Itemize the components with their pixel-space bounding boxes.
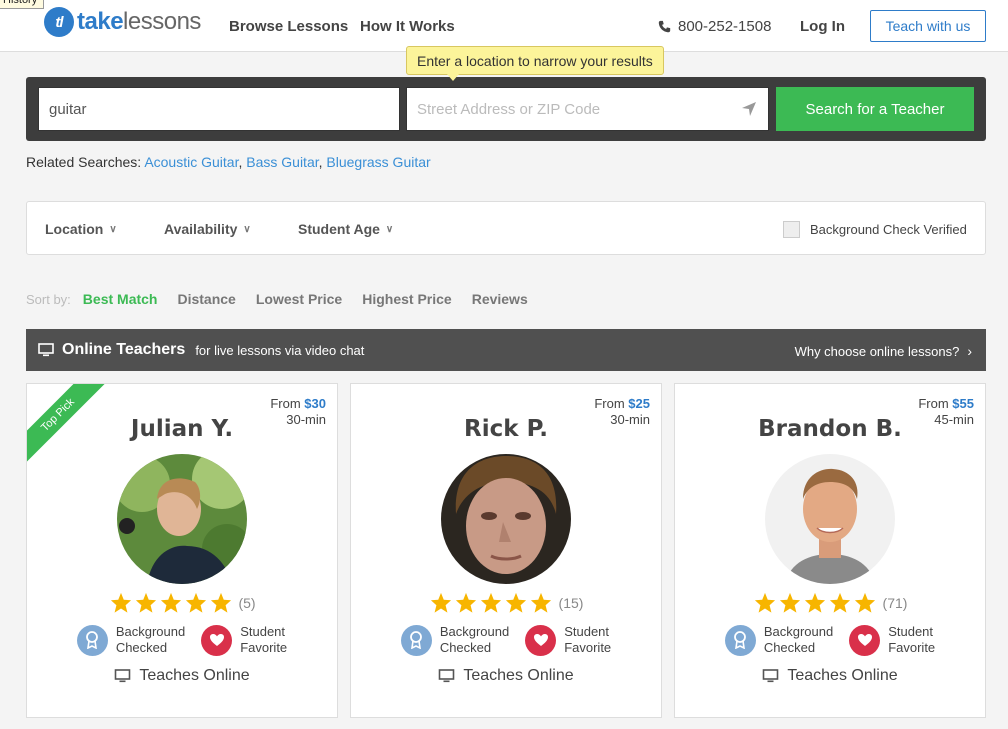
search-teacher-button[interactable]: Search for a Teacher <box>776 87 974 131</box>
badges: Background Checked Student Favorite <box>27 624 337 656</box>
history-tooltip: History <box>0 0 45 9</box>
filter-location[interactable]: Location ∨ <box>45 221 117 237</box>
teaches-online: Teaches Online <box>351 667 661 685</box>
sort-highest-price[interactable]: Highest Price <box>362 291 451 307</box>
teacher-card[interactable]: Top Pick From $30 30-min Julian Y. (5) Ba… <box>26 383 338 718</box>
star-icon <box>430 592 452 613</box>
teacher-card[interactable]: From $25 30-min Rick P. (15) Background Ch… <box>350 383 662 718</box>
star-icon <box>160 592 182 613</box>
star-icon <box>854 592 876 613</box>
background-check-checkbox[interactable] <box>783 221 800 238</box>
rating-stars: (15) <box>351 592 661 614</box>
sort-bar: Sort by: Best Match Distance Lowest Pric… <box>26 291 548 307</box>
chevron-down-icon: ∨ <box>109 223 117 235</box>
teach-with-us-button[interactable]: Teach with us <box>870 10 986 42</box>
teacher-avatar[interactable] <box>117 454 247 584</box>
star-icon <box>779 592 801 613</box>
teaches-online: Teaches Online <box>675 667 985 685</box>
star-icon <box>530 592 552 613</box>
location-field <box>406 87 769 131</box>
award-icon <box>724 624 756 656</box>
why-online-link[interactable]: Why choose online lessons? › <box>795 343 972 359</box>
teaches-online: Teaches Online <box>27 667 337 685</box>
review-count: (5) <box>238 595 256 611</box>
teacher-name[interactable]: Brandon B. <box>675 416 985 442</box>
student-favorite-badge: Student Favorite <box>525 624 611 656</box>
star-icon <box>210 592 232 613</box>
background-check-label: Background Check Verified <box>810 222 967 237</box>
phone-icon <box>658 20 671 33</box>
star-icon <box>110 592 132 613</box>
chevron-down-icon: ∨ <box>385 223 394 235</box>
filter-bar: Location ∨ Availability ∨ Student Age ∨ Bac… <box>26 201 986 255</box>
search-input[interactable] <box>38 87 400 131</box>
teacher-avatar[interactable] <box>765 454 895 584</box>
related-label: Related Searches: <box>26 154 142 170</box>
rating-stars: (71) <box>675 592 985 614</box>
heart-icon <box>849 624 881 656</box>
heart-icon <box>201 624 233 656</box>
logo-text: takelessons <box>77 8 201 35</box>
student-favorite-badge: Student Favorite <box>849 624 935 656</box>
online-teachers-bar: Online Teachers for live lessons via vid… <box>26 329 986 371</box>
review-count: (15) <box>558 595 584 611</box>
location-input[interactable] <box>406 87 769 131</box>
nav-browse-lessons[interactable]: Browse Lessons <box>229 18 348 35</box>
sort-best-match[interactable]: Best Match <box>83 291 158 307</box>
star-icon <box>754 592 776 613</box>
online-teachers-subtitle: for live lessons via video chat <box>195 342 365 358</box>
chevron-right-icon: › <box>967 343 972 359</box>
site-header: tl takelessons Browse Lessons How It Wor… <box>0 0 1008 52</box>
heart-icon <box>525 624 557 656</box>
filter-student-age[interactable]: Student Age ∨ <box>298 221 393 237</box>
teacher-name[interactable]: Rick P. <box>351 416 661 442</box>
teacher-avatar[interactable] <box>441 454 571 584</box>
award-icon <box>76 624 108 656</box>
star-icon <box>804 592 826 613</box>
star-icon <box>505 592 527 613</box>
locate-arrow-icon[interactable] <box>741 101 757 117</box>
nav-how-it-works[interactable]: How It Works <box>360 18 455 35</box>
related-link-bass-guitar[interactable]: Bass Guitar <box>246 154 318 170</box>
background-checked-badge: Background Checked <box>400 624 509 656</box>
monitor-icon <box>38 343 54 357</box>
search-bar: Search for a Teacher <box>26 77 986 141</box>
related-link-bluegrass-guitar[interactable]: Bluegrass Guitar <box>326 154 430 170</box>
rating-stars: (5) <box>27 592 337 614</box>
teacher-card[interactable]: From $55 45-min Brandon B. (71) Backgroun… <box>674 383 986 718</box>
star-icon <box>829 592 851 613</box>
background-checked-badge: Background Checked <box>76 624 185 656</box>
badges: Background Checked Student Favorite <box>351 624 661 656</box>
chevron-down-icon: ∨ <box>243 223 251 235</box>
related-searches: Related Searches: Acoustic Guitar, Bass … <box>26 154 431 170</box>
teacher-name[interactable]: Julian Y. <box>27 416 337 442</box>
star-icon <box>480 592 502 613</box>
login-link[interactable]: Log In <box>800 18 845 35</box>
award-icon <box>400 624 432 656</box>
badges: Background Checked Student Favorite <box>675 624 985 656</box>
sort-label: Sort by: <box>26 291 71 307</box>
phone-number: 800-252-1508 <box>678 18 772 35</box>
filter-availability[interactable]: Availability ∨ <box>164 221 251 237</box>
review-count: (71) <box>882 595 908 611</box>
student-favorite-badge: Student Favorite <box>201 624 287 656</box>
related-link-acoustic-guitar[interactable]: Acoustic Guitar <box>144 154 238 170</box>
background-checked-badge: Background Checked <box>724 624 833 656</box>
star-icon <box>135 592 157 613</box>
sort-lowest-price[interactable]: Lowest Price <box>256 291 342 307</box>
background-check-filter[interactable]: Background Check Verified <box>783 221 967 238</box>
monitor-icon <box>439 669 455 683</box>
monitor-icon <box>763 669 779 683</box>
star-icon <box>185 592 207 613</box>
online-teachers-title: Online Teachers <box>62 341 186 358</box>
sort-distance[interactable]: Distance <box>177 291 235 307</box>
phone-link[interactable]: 800-252-1508 <box>658 18 771 35</box>
logo-mark-icon: tl <box>44 7 74 37</box>
sort-reviews[interactable]: Reviews <box>472 291 528 307</box>
star-icon <box>455 592 477 613</box>
location-tooltip: Enter a location to narrow your results <box>406 46 664 81</box>
monitor-icon <box>115 669 131 683</box>
logo[interactable]: tl takelessons <box>44 7 201 37</box>
